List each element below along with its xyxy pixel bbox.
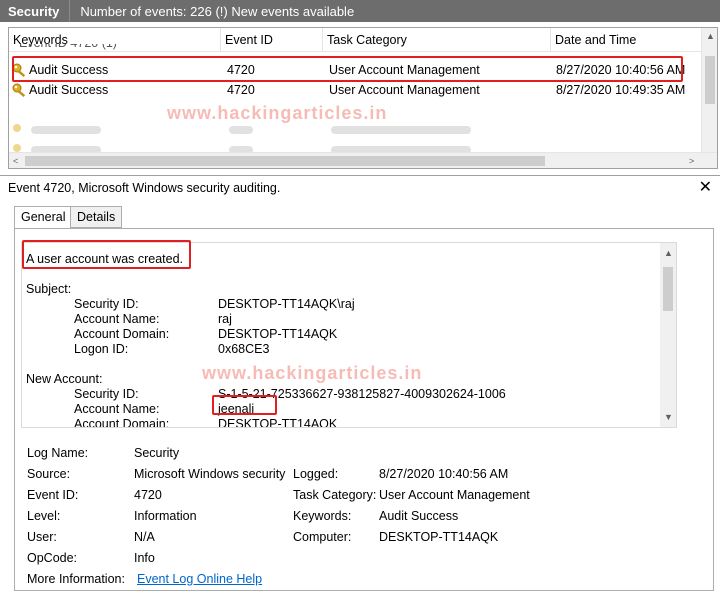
highlight-new-account-name [212, 395, 277, 415]
watermark: www.hackingarticles.in [202, 363, 423, 383]
event-list[interactable]: Keywords Event ID Task Category Date and… [8, 27, 718, 169]
group-header-row: Event ID 4720 (1) [9, 44, 707, 52]
event-log-online-help-link[interactable]: Event Log Online Help [137, 572, 262, 586]
keywords-value: Audit Success [379, 509, 459, 523]
row-date-time: 8/27/2020 10:49:35 AM [556, 83, 686, 97]
scroll-thumb[interactable] [663, 267, 673, 311]
tab-details[interactable]: Details [70, 206, 123, 228]
subject-account-domain-value: DESKTOP-TT14AQK [218, 327, 338, 341]
scroll-thumb[interactable] [705, 56, 715, 104]
title-bar: Security Number of events: 226 (!) New e… [0, 0, 720, 22]
source-label: Source: [27, 467, 71, 481]
logged-label: Logged: [293, 467, 339, 481]
event-list-vertical-scrollbar[interactable]: ▲ [701, 28, 717, 152]
group-header-label: Event ID 4720 (1) [19, 44, 117, 52]
new-account-name-label: Account Name: [74, 402, 160, 416]
event-message-box[interactable]: A user account was created. Subject: Sec… [21, 242, 677, 428]
subject-account-domain-label: Account Domain: [74, 327, 170, 341]
source-value: Microsoft Windows security [134, 467, 286, 481]
subject-header: Subject: [26, 282, 72, 296]
computer-label: Computer: [293, 530, 352, 544]
log-title: Security [8, 3, 60, 19]
new-account-domain-value: DESKTOP-TT14AQK [218, 417, 338, 428]
subject-security-id-value: DESKTOP-TT14AQK\raj [218, 297, 355, 311]
more-info-label: More Information: [27, 572, 125, 586]
row-task-category: User Account Management [329, 83, 480, 97]
close-icon[interactable]: ✕ [699, 177, 712, 197]
event-id-label: Event ID: [27, 488, 79, 502]
user-label: User: [27, 530, 57, 544]
scroll-down-icon[interactable]: ▼ [664, 411, 673, 423]
general-tab-panel: A user account was created. Subject: Sec… [14, 228, 714, 591]
key-icon [13, 124, 21, 132]
computer-value: DESKTOP-TT14AQK [379, 530, 499, 544]
log-name-label: Log Name: [27, 446, 89, 460]
new-account-header: New Account: [26, 372, 103, 386]
subject-logon-id-value: 0x68CE3 [218, 342, 270, 356]
new-account-domain-label: Account Domain: [74, 417, 170, 428]
scroll-thumb[interactable] [25, 156, 545, 166]
scroll-up-icon[interactable]: ▲ [706, 30, 715, 42]
task-category-value: User Account Management [379, 488, 530, 502]
opcode-label: OpCode: [27, 551, 78, 565]
event-count-info: Number of events: 226 (!) New events ava… [80, 3, 355, 19]
table-row[interactable]: Audit Success 4720 User Account Manageme… [9, 80, 707, 100]
row-event-id: 4720 [227, 83, 255, 97]
scroll-up-icon[interactable]: ▲ [664, 247, 673, 259]
detail-title: Event 4720, Microsoft Windows security a… [8, 181, 281, 195]
keywords-label: Keywords: [293, 509, 352, 523]
highlight-message-headline [22, 240, 191, 269]
opcode-value: Info [134, 551, 155, 565]
subject-security-id-label: Security ID: [74, 297, 139, 311]
task-category-label: Task Category: [293, 488, 377, 502]
tab-general[interactable]: General [14, 206, 73, 229]
level-label: Level: [27, 509, 61, 523]
user-value: N/A [134, 530, 155, 544]
subject-account-name-label: Account Name: [74, 312, 160, 326]
scroll-left-icon[interactable]: < [13, 155, 18, 167]
level-value: Information [134, 509, 197, 523]
scroll-right-icon[interactable]: > [689, 155, 694, 167]
subject-logon-id-label: Logon ID: [74, 342, 129, 356]
watermark: www.hackingarticles.in [167, 103, 388, 123]
row-keyword: Audit Success [29, 83, 109, 97]
event-list-horizontal-scrollbar[interactable]: < > [9, 152, 717, 168]
subject-account-name-value: raj [218, 312, 232, 326]
logged-value: 8/27/2020 10:40:56 AM [379, 467, 509, 481]
new-account-security-id-label: Security ID: [74, 387, 139, 401]
event-detail-pane: Event 4720, Microsoft Windows security a… [0, 175, 720, 596]
log-name-value: Security [134, 446, 180, 460]
event-id-value: 4720 [134, 488, 162, 502]
message-scrollbar[interactable]: ▲ ▼ [660, 243, 676, 427]
highlight-selected-row [12, 56, 683, 82]
key-icon [12, 83, 26, 97]
